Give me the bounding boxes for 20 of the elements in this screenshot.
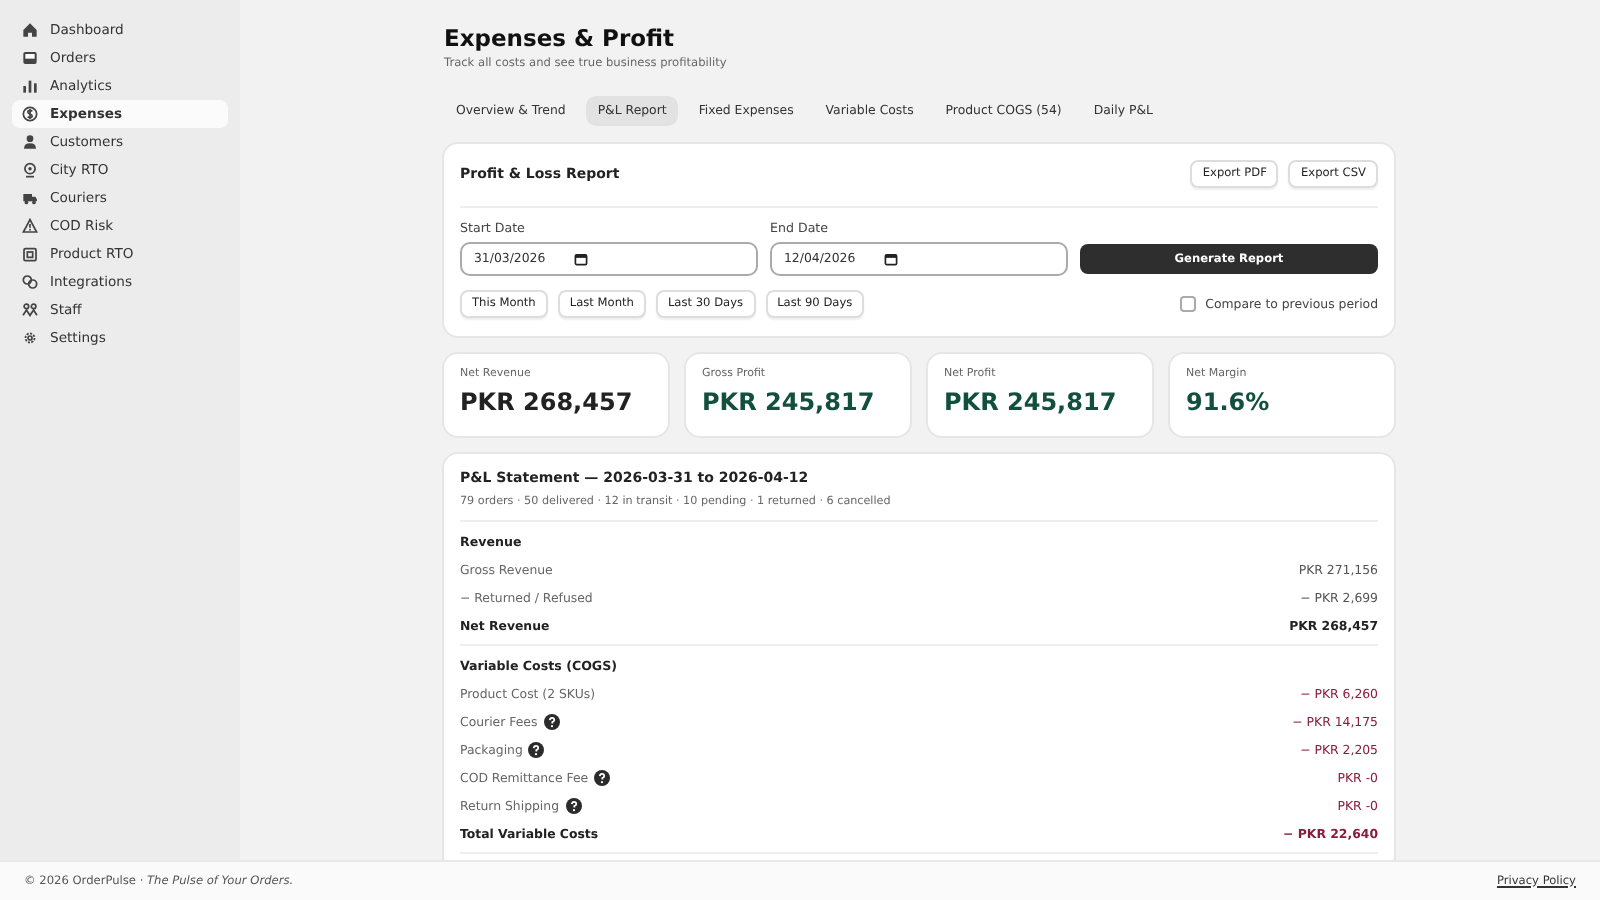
calendar-icon: [883, 252, 898, 266]
inbox-icon: [22, 50, 38, 66]
person-icon: [22, 134, 38, 150]
stat-value: PKR 245,817: [944, 388, 1119, 416]
box-icon: [22, 246, 38, 262]
bar-chart-icon: [22, 78, 38, 94]
gear-icon: [22, 330, 38, 346]
stat-value: PKR 268,457: [460, 388, 635, 416]
puzzle-icon: [22, 274, 38, 290]
page-title: Expenses & Profit: [444, 24, 677, 52]
truck-icon: [22, 190, 38, 206]
team-icon: [22, 302, 38, 318]
calendar-icon: [573, 252, 588, 266]
stat-value: PKR 245,817: [702, 388, 877, 416]
home-icon: [22, 22, 38, 38]
location-icon: [22, 162, 38, 178]
warning-icon: [22, 218, 38, 234]
dollar-icon: [22, 106, 38, 122]
stat-value: 91.6%: [1186, 388, 1272, 416]
checkbox[interactable]: [1179, 296, 1196, 312]
